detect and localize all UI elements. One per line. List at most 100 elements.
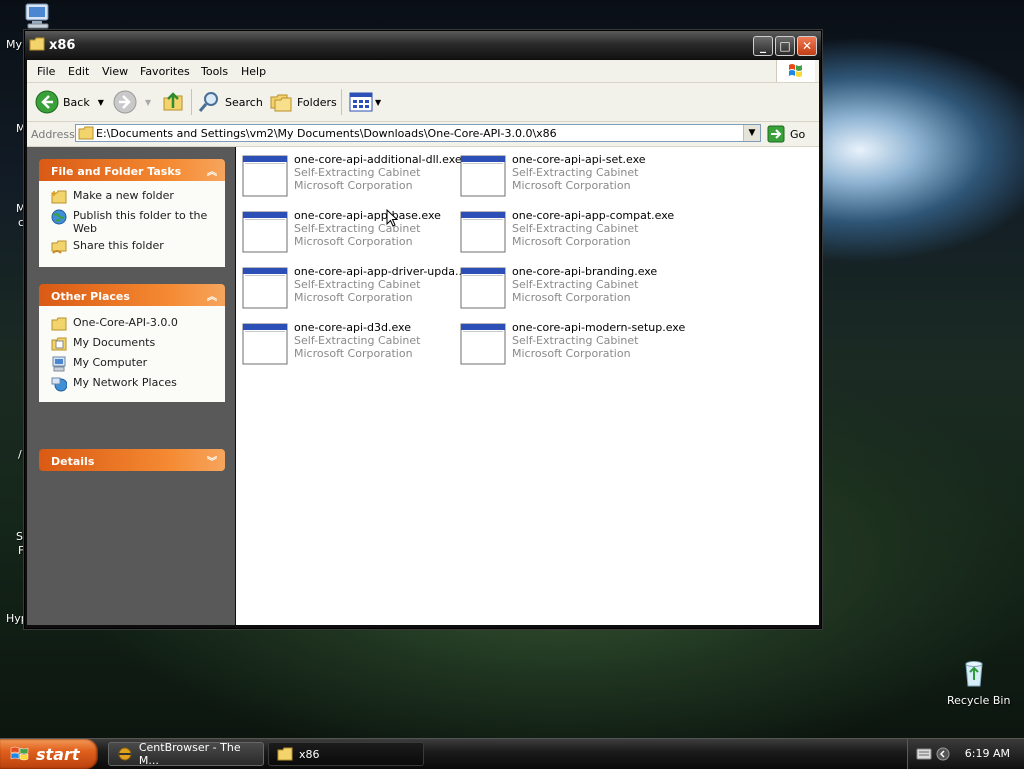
file-item[interactable]: one-core-api-d3d.exe Self-Extracting Cab… (242, 321, 452, 369)
file-item[interactable]: one-core-api-modern-setup.exe Self-Extra… (460, 321, 685, 369)
address-text: E:\Documents and Settings\vm2\My Documen… (96, 127, 557, 140)
file-company: Microsoft Corporation (294, 235, 413, 248)
taskbar: start CentBrowser - The M... x86 6:19 AM (0, 738, 1024, 769)
task-publish-to-web[interactable]: Publish this folder to the Web (51, 209, 221, 235)
exe-file-icon (242, 267, 288, 309)
folder-icon (277, 747, 293, 761)
go-button[interactable]: Go (767, 124, 805, 144)
file-item[interactable]: one-core-api-app-base.exe Self-Extractin… (242, 209, 452, 257)
toolbar-separator (341, 89, 342, 115)
file-company: Microsoft Corporation (512, 179, 631, 192)
file-type: Self-Extracting Cabinet (512, 278, 639, 291)
task-share-folder[interactable]: Share this folder (51, 239, 164, 255)
file-type: Self-Extracting Cabinet (294, 278, 421, 291)
my-computer-desktop-icon[interactable] (22, 2, 54, 30)
close-button[interactable]: ✕ (797, 36, 817, 56)
exe-file-icon (242, 211, 288, 253)
file-item[interactable]: one-core-api-additional-dll.exe Self-Ext… (242, 153, 462, 201)
file-folder-tasks-panel: Make a new folder Publish this folder to… (39, 181, 225, 267)
toolbar-separator (191, 89, 192, 115)
expand-chevron-icon[interactable]: ︾ (207, 453, 217, 468)
file-item[interactable]: one-core-api-branding.exe Self-Extractin… (460, 265, 670, 313)
address-label: Address (31, 128, 75, 141)
back-button[interactable]: Back ▼ (35, 90, 104, 114)
menu-favorites[interactable]: Favorites (140, 65, 190, 78)
exe-file-icon (242, 155, 288, 197)
task-label: Share this folder (73, 239, 164, 252)
taskbar-item-centbrowser[interactable]: CentBrowser - The M... (108, 741, 264, 767)
folders-button[interactable]: Folders (269, 90, 337, 114)
address-input[interactable]: E:\Documents and Settings\vm2\My Documen… (75, 124, 761, 142)
mouse-cursor-icon (386, 209, 398, 227)
toolbar: Back ▼ ▼ Search Folders ▼ (27, 83, 819, 122)
taskbar-item-label: CentBrowser - The M... (138, 741, 241, 767)
keyboard-icon[interactable] (916, 748, 932, 760)
menu-view[interactable]: View (102, 65, 128, 78)
file-company: Microsoft Corporation (512, 291, 631, 304)
place-my-documents[interactable]: My Documents (51, 336, 155, 352)
minimize-button[interactable]: _ (753, 36, 773, 56)
menu-tools[interactable]: Tools (201, 65, 228, 78)
file-type: Self-Extracting Cabinet (294, 334, 421, 347)
search-label: Search (225, 95, 263, 109)
explorer-window: x86 _ □ ✕ File Edit View Favorites Tools… (24, 30, 822, 629)
back-arrow-icon (35, 90, 59, 114)
windows-logo-icon (776, 60, 815, 82)
file-item[interactable]: one-core-api-app-driver-upda... Self-Ext… (242, 265, 465, 313)
desktop-label-recycle-bin[interactable]: Recycle Bin (947, 694, 1010, 707)
collapse-chevron-icon[interactable]: ︽ (207, 288, 217, 303)
taskbar-item-label: x86 (299, 747, 320, 761)
file-name: one-core-api-app-base.exe (294, 209, 441, 222)
file-company: Microsoft Corporation (294, 291, 413, 304)
place-my-network-places[interactable]: My Network Places (51, 376, 177, 392)
centbrowser-icon (118, 747, 132, 761)
desktop-label-fragment: S (16, 530, 23, 543)
details-header[interactable]: Details ︾ (39, 449, 225, 471)
my-documents-icon (51, 337, 67, 351)
folders-label: Folders (297, 95, 337, 109)
place-my-computer[interactable]: My Computer (51, 356, 147, 372)
show-hidden-icons-icon[interactable] (936, 747, 950, 761)
forward-dropdown-icon[interactable]: ▼ (145, 98, 151, 107)
menu-edit[interactable]: Edit (68, 65, 89, 78)
views-button[interactable]: ▼ (349, 90, 381, 114)
file-folder-tasks-header[interactable]: File and Folder Tasks ︽ (39, 159, 225, 181)
place-label: My Network Places (73, 376, 177, 389)
title-bar[interactable]: x86 _ □ ✕ (25, 31, 821, 59)
desktop-label-my[interactable]: My (6, 38, 22, 51)
maximize-button[interactable]: □ (775, 36, 795, 56)
task-label: Make a new folder (73, 189, 174, 202)
back-dropdown-icon[interactable]: ▼ (98, 98, 104, 107)
address-dropdown-icon[interactable]: ▼ (743, 125, 760, 141)
place-one-core-api[interactable]: One-Core-API-3.0.0 (51, 316, 178, 332)
collapse-chevron-icon[interactable]: ︽ (207, 163, 217, 178)
task-make-new-folder[interactable]: Make a new folder (51, 189, 174, 205)
menu-file[interactable]: File (37, 65, 55, 78)
start-button[interactable]: start (0, 739, 98, 769)
taskbar-item-x86[interactable]: x86 (268, 742, 424, 766)
menu-bar: File Edit View Favorites Tools Help (27, 60, 819, 83)
other-places-header[interactable]: Other Places ︽ (39, 284, 225, 306)
views-dropdown-icon[interactable]: ▼ (375, 98, 381, 107)
exe-file-icon (460, 267, 506, 309)
my-computer-icon (52, 356, 66, 372)
forward-button[interactable]: ▼ (113, 90, 151, 114)
file-name: one-core-api-additional-dll.exe (294, 153, 462, 166)
recycle-bin-icon[interactable] (958, 656, 990, 688)
exe-file-icon (460, 323, 506, 365)
system-tray: 6:19 AM (907, 739, 1024, 769)
search-icon (198, 92, 218, 112)
go-arrow-icon (767, 125, 785, 143)
go-label: Go (790, 127, 806, 141)
up-folder-button[interactable] (161, 90, 185, 114)
file-company: Microsoft Corporation (512, 235, 631, 248)
menu-help[interactable]: Help (241, 65, 266, 78)
search-button[interactable]: Search (197, 90, 263, 114)
file-item[interactable]: one-core-api-api-set.exe Self-Extracting… (460, 153, 670, 201)
clock[interactable]: 6:19 AM (965, 747, 1010, 760)
new-folder-icon (51, 190, 67, 204)
file-name: one-core-api-app-compat.exe (512, 209, 675, 222)
windows-flag-icon (10, 746, 29, 761)
file-item[interactable]: one-core-api-app-compat.exe Self-Extract… (460, 209, 674, 257)
task-pane: File and Folder Tasks ︽ Make a new folde… (27, 147, 235, 625)
